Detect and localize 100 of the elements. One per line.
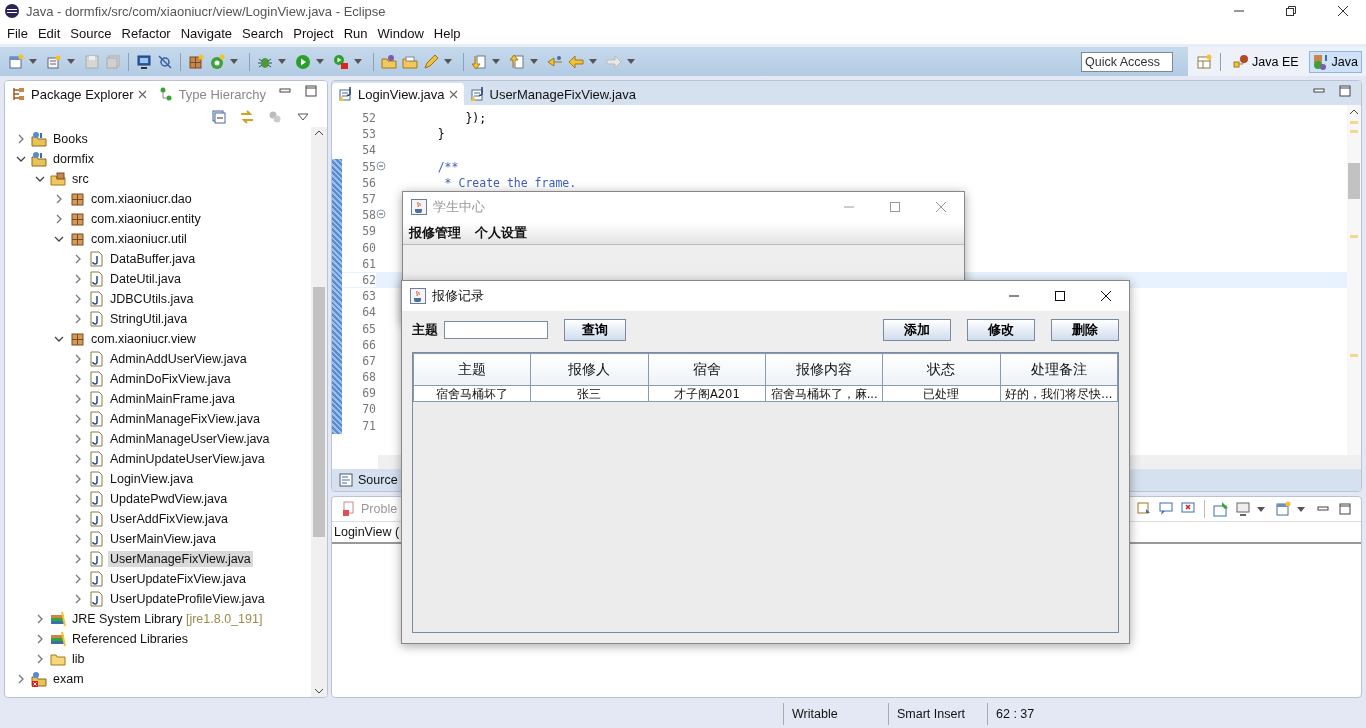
java-file-icon[interactable]	[88, 391, 104, 407]
pin-icon[interactable]	[1213, 501, 1229, 517]
tree-item[interactable]: UserUpdateFixView.java	[108, 571, 248, 587]
tree-item[interactable]: AdminUpdateUserView.java	[108, 451, 267, 467]
java-file-icon[interactable]	[88, 271, 104, 287]
warning-marker[interactable]	[1350, 354, 1358, 357]
scroll-up-icon[interactable]	[314, 130, 324, 136]
menu-item[interactable]: Source	[65, 25, 117, 41]
tree-item[interactable]: DataBuffer.java	[108, 251, 198, 267]
column-header[interactable]: 报修人	[530, 353, 649, 386]
comment-icon[interactable]	[1158, 501, 1174, 517]
run-server-icon[interactable]	[333, 53, 349, 70]
previous-annotation-icon[interactable]	[509, 53, 525, 70]
java-perspective-icon[interactable]	[1312, 53, 1329, 70]
tree-item[interactable]: AdminMainFrame.java	[108, 391, 238, 407]
column-header[interactable]: 处理备注	[1000, 353, 1118, 386]
tree-item[interactable]: UserMainView.java	[108, 531, 219, 547]
project-icon[interactable]	[31, 151, 47, 167]
back-arrow-icon[interactable]	[568, 53, 584, 70]
java-file-icon[interactable]	[88, 311, 104, 327]
column-header[interactable]: 状态	[882, 353, 1001, 386]
display-icon[interactable]	[1235, 501, 1251, 517]
open-perspective-icon[interactable]	[1196, 53, 1213, 70]
new-window-icon[interactable]	[1275, 501, 1291, 517]
action-button[interactable]: 添加	[883, 319, 951, 341]
close-icon[interactable]	[1100, 290, 1112, 302]
java-file-icon[interactable]	[88, 551, 104, 567]
tree-item[interactable]: UserUpdateProfileView.java	[108, 591, 267, 607]
package-icon[interactable]	[69, 191, 85, 207]
restore-icon[interactable]	[1286, 6, 1296, 16]
tree-item[interactable]: Books	[51, 131, 90, 147]
java-file-icon[interactable]	[88, 251, 104, 267]
menu-item[interactable]: 个人设置	[475, 224, 527, 242]
column-header[interactable]: 报修内容	[765, 353, 883, 386]
link-editor-icon[interactable]	[239, 109, 255, 125]
java-file-icon[interactable]	[88, 291, 104, 307]
action-button[interactable]: 修改	[967, 319, 1035, 341]
caret-icon[interactable]	[627, 59, 635, 64]
column-header[interactable]: 主题	[413, 353, 531, 386]
warning-marker[interactable]	[1350, 235, 1358, 238]
tree-item[interactable]: com.xiaoniucr.view	[89, 331, 198, 347]
menu-item[interactable]: Search	[237, 25, 289, 41]
perspective-button[interactable]: Java EE	[1229, 50, 1303, 73]
last-edit-icon[interactable]	[547, 53, 563, 70]
java-file-icon[interactable]	[88, 531, 104, 547]
monitor-icon[interactable]	[136, 53, 152, 70]
new-file-icon[interactable]	[8, 53, 24, 70]
open-folder-icon[interactable]	[402, 53, 418, 70]
library-icon[interactable]	[50, 611, 66, 627]
maximize-icon[interactable]	[1055, 291, 1065, 301]
java-file-icon[interactable]	[88, 471, 104, 487]
java-file-icon[interactable]	[88, 491, 104, 507]
menu-item[interactable]: Window	[372, 25, 429, 41]
close-icon[interactable]	[1337, 5, 1349, 17]
run-icon[interactable]	[295, 53, 311, 70]
caret-icon[interactable]	[67, 59, 75, 64]
new-item-icon[interactable]	[46, 53, 62, 70]
folder-icon[interactable]	[381, 53, 397, 70]
caret-icon[interactable]	[1297, 506, 1305, 512]
caret-icon[interactable]	[230, 59, 238, 64]
menu-item[interactable]: Help	[428, 25, 466, 41]
view-tab[interactable]: Type Hierarchy	[152, 83, 273, 105]
tree-item[interactable]: UserAddFixView.java	[108, 511, 230, 527]
tree-item[interactable]: exam	[51, 671, 86, 687]
java-file-icon[interactable]	[88, 451, 104, 467]
menu-item[interactable]: 报修管理	[409, 224, 461, 242]
query-button[interactable]: 查询	[564, 319, 626, 341]
tree-item[interactable]: com.xiaoniucr.dao	[89, 191, 194, 207]
java-file-icon[interactable]	[88, 371, 104, 387]
caret-icon[interactable]	[1257, 506, 1265, 512]
caret-icon[interactable]	[492, 59, 500, 64]
column-header[interactable]: 宿舍	[648, 353, 766, 386]
tree-item[interactable]: LoginView.java	[108, 471, 196, 487]
package-icon[interactable]	[69, 331, 85, 347]
source-tab[interactable]: Source	[338, 472, 398, 488]
java-file-icon[interactable]	[469, 86, 486, 102]
java-file-icon[interactable]	[338, 86, 354, 102]
action-button[interactable]: 删除	[1051, 319, 1119, 341]
tree-item[interactable]: com.xiaoniucr.entity	[89, 211, 203, 227]
scrollbar-thumb[interactable]	[1348, 163, 1360, 199]
editor-tab[interactable]: UserManageFixView.java	[463, 83, 642, 105]
console-icon[interactable]	[1136, 501, 1152, 517]
java-ee-icon[interactable]	[1233, 53, 1250, 70]
tree-item[interactable]: AdminDoFixView.java	[108, 371, 233, 387]
menu-item[interactable]: Refactor	[116, 25, 176, 41]
warning-marker[interactable]	[1350, 121, 1358, 124]
tree-item[interactable]: StringUtil.java	[108, 311, 190, 327]
tree-item[interactable]: JDBCUtils.java	[108, 291, 196, 307]
skip-breakpoints-icon[interactable]	[157, 53, 173, 70]
tree-item[interactable]: AdminManageFixView.java	[108, 411, 262, 427]
library-icon[interactable]	[50, 631, 66, 647]
editor-tab[interactable]: LoginView.java	[332, 83, 464, 105]
collapse-all-icon[interactable]	[211, 109, 227, 125]
project-icon[interactable]	[31, 671, 47, 687]
tree-item[interactable]: AdminManageUserView.java	[108, 431, 272, 447]
project-icon[interactable]	[31, 131, 47, 147]
tree-item[interactable]: com.xiaoniucr.util	[89, 231, 189, 247]
caret-icon[interactable]	[530, 59, 538, 64]
java-file-icon[interactable]	[88, 571, 104, 587]
menu-item[interactable]: Project	[288, 25, 339, 41]
